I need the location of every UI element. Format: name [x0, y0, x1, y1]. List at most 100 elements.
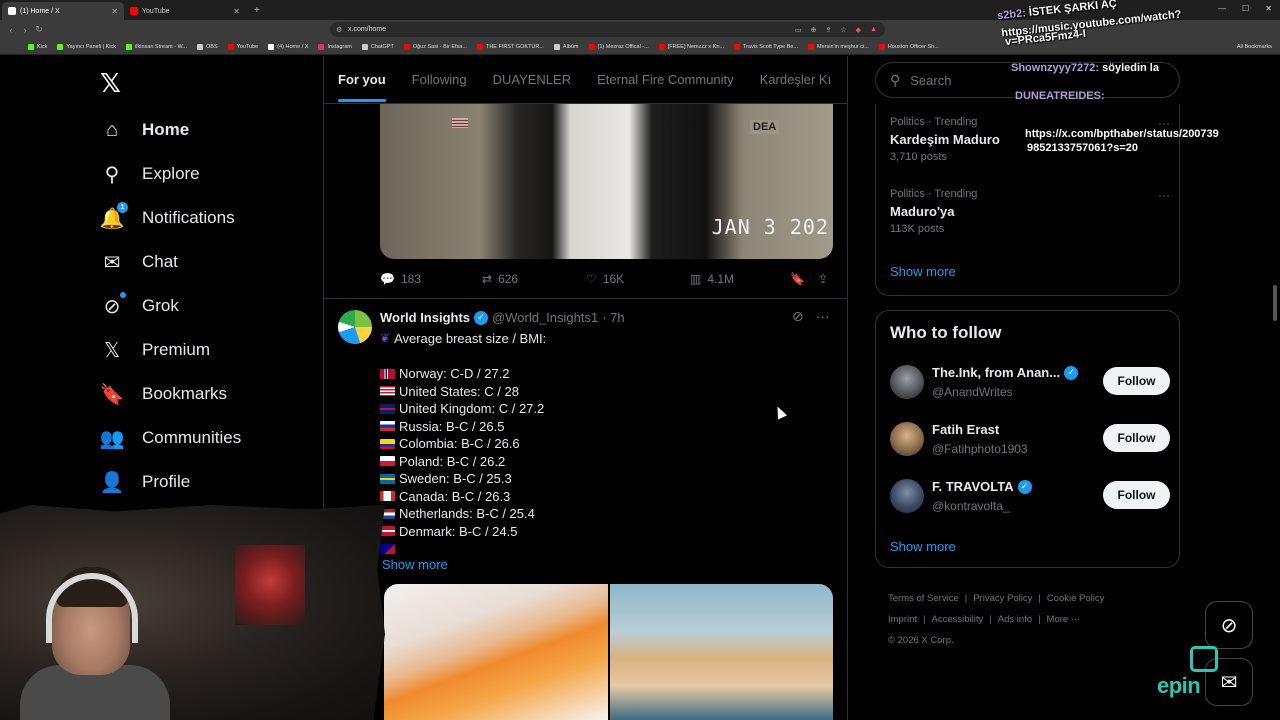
tweet-author-name[interactable]: World Insights: [380, 310, 470, 325]
trends-show-more-link[interactable]: Show more: [890, 264, 956, 279]
bookmark-item[interactable]: [FREE] Nemzzz x Kn...: [658, 43, 724, 50]
bookmark-item[interactable]: (1) Mezraz Offical -...: [588, 43, 649, 50]
avatar[interactable]: [338, 310, 372, 344]
show-more-link[interactable]: Show more: [382, 557, 448, 572]
tab-4[interactable]: Kardeşler Kı: [760, 72, 832, 87]
bookmark-icon[interactable]: 🔖: [790, 272, 805, 286]
bookmark-item[interactable]: Kick: [28, 43, 47, 50]
bookmark-item[interactable]: OBS: [197, 43, 218, 50]
footer-link[interactable]: Terms of Service: [888, 593, 959, 604]
bookmark-label: OBS: [206, 43, 218, 50]
nav-item-grok[interactable]: ⊘ Grok: [100, 284, 179, 328]
tab-1[interactable]: Following: [412, 72, 467, 87]
browser-tab-youtube[interactable]: YouTube ✕: [124, 2, 246, 20]
follow-suggestion[interactable]: F. TRAVOLTA ✓ @kontravolta_ Follow: [890, 477, 1170, 517]
tab-2[interactable]: DUAYENLER: [493, 72, 572, 87]
close-window-icon[interactable]: ✕: [1265, 4, 1272, 13]
tweet-timestamp[interactable]: · 7h: [602, 310, 624, 325]
trend-item[interactable]: Politics · Trending Maduro'ya 113K posts…: [890, 188, 1170, 235]
tweet-author-handle[interactable]: @World_Insights1: [492, 310, 598, 325]
nav-item-notifications[interactable]: 🔔 1 Notifications: [100, 196, 235, 240]
avatar[interactable]: [890, 365, 924, 399]
footer-link[interactable]: More ···: [1047, 614, 1081, 625]
bookmark-item[interactable]: Oğuz Sasi - Bir Efsa...: [403, 43, 467, 50]
follow-suggestion[interactable]: The.Ink, from Anan... ✓ @AnandWrites Follow: [890, 363, 1170, 403]
avatar[interactable]: [890, 479, 924, 513]
forward-icon[interactable]: ›: [18, 25, 32, 35]
more-options-icon[interactable]: ···: [1158, 116, 1170, 130]
bookmark-item[interactable]: Mersin'in meşhur ci...: [808, 43, 869, 50]
bookmark-item[interactable]: Houston Officer Sh...: [878, 43, 939, 50]
tab-3[interactable]: Eternal Fire Community: [597, 72, 734, 87]
close-tab-icon[interactable]: ✕: [111, 7, 118, 16]
views-button[interactable]: ▥ 4.1M: [690, 272, 734, 286]
follow-suggestion[interactable]: Fatih Erast @Fatihphoto1903 Follow: [890, 420, 1170, 460]
avatar[interactable]: [890, 422, 924, 456]
nav-item-chat[interactable]: ✉ Chat: [100, 240, 178, 284]
star-icon[interactable]: ☆: [840, 26, 846, 34]
footer-link[interactable]: Imprint: [888, 614, 917, 625]
who-to-follow-show-more-link[interactable]: Show more: [890, 539, 956, 554]
like-button[interactable]: ♡ 16K: [586, 272, 624, 286]
bookmark-item[interactable]: THE FIRST GOKTUR...: [476, 43, 544, 50]
repost-button[interactable]: ⇄ 626: [482, 272, 518, 286]
suggestion-handle: @Fatihphoto1903: [932, 442, 1028, 456]
follow-button[interactable]: Follow: [1103, 424, 1170, 452]
footer-link[interactable]: Accessibility: [932, 614, 984, 625]
bookmark-item[interactable]: ChatGPT: [361, 43, 394, 50]
bookmark-item[interactable]: Instagram: [318, 43, 352, 50]
nav-item-profile[interactable]: 👤 Profile: [100, 460, 191, 504]
maximize-icon[interactable]: ☐: [1242, 4, 1249, 13]
all-bookmarks-link[interactable]: All Bookmarks: [1237, 44, 1272, 50]
nav-item-bookmarks[interactable]: 🔖 Bookmarks: [100, 372, 227, 416]
tweet-image[interactable]: DEA JAN 3 202: [380, 104, 833, 259]
reload-icon[interactable]: ↻: [32, 24, 46, 35]
share-icon[interactable]: ⇪: [826, 26, 832, 34]
url-bar[interactable]: ⚙ x.com/home ▭ ⊕ ⇪ ☆ ◆ ▲: [330, 22, 885, 37]
suggestion-name[interactable]: Fatih Erast: [932, 422, 999, 437]
more-options-icon[interactable]: ···: [816, 308, 830, 325]
search-input[interactable]: ⚲ Search: [875, 62, 1180, 98]
tweet-image[interactable]: [384, 584, 608, 720]
footer-link[interactable]: Cookie Policy: [1047, 593, 1105, 604]
nav-item-communities[interactable]: 👥 Communities: [100, 416, 242, 460]
zoom-icon[interactable]: ⊕: [811, 26, 817, 34]
minimize-icon[interactable]: —: [1218, 4, 1226, 13]
more-options-icon[interactable]: ···: [1158, 188, 1170, 202]
browser-tab-x-home[interactable]: (1) Home / X ✕: [2, 2, 124, 20]
nav-item-label: Explore: [142, 164, 200, 183]
reply-button[interactable]: 💬 183: [380, 272, 421, 286]
nav-item-home[interactable]: ⌂ Home: [100, 108, 189, 152]
site-info-icon[interactable]: ⚙: [336, 26, 342, 34]
grok-fab-button[interactable]: ⊘: [1205, 601, 1253, 649]
share-icon[interactable]: ⇪: [818, 272, 828, 286]
tab-0[interactable]: For you: [338, 72, 386, 102]
bookmark-item[interactable]: YouTube: [227, 43, 258, 50]
x-logo-icon[interactable]: 𝕏: [100, 68, 121, 99]
nav-item-premium[interactable]: 𝕏 Premium: [100, 328, 210, 372]
bookmark-item[interactable]: Yayıncı Paneli | Kick: [57, 43, 116, 50]
bookmark-item[interactable]: Travis Scott Type Be...: [734, 43, 798, 50]
new-tab-button[interactable]: +: [246, 5, 268, 16]
trend-item[interactable]: Politics · Trending Kardeşim Maduro 3,71…: [890, 116, 1170, 163]
scrollbar-thumb[interactable]: [1273, 285, 1277, 321]
brave-shield-icon[interactable]: ◆: [856, 26, 861, 34]
suggestion-name[interactable]: The.Ink, from Anan... ✓: [932, 365, 1079, 380]
follow-button[interactable]: Follow: [1103, 367, 1170, 395]
suggestion-name[interactable]: F. TRAVOLTA ✓: [932, 479, 1032, 494]
footer-link[interactable]: Privacy Policy: [973, 593, 1032, 604]
bookmark-item[interactable]: Albüm: [553, 43, 579, 50]
close-tab-icon[interactable]: ✕: [233, 7, 240, 16]
grok-icon[interactable]: ⊘: [792, 308, 804, 325]
bookmark-item[interactable]: (4) Home / X: [268, 43, 308, 50]
screen-icon[interactable]: ▭: [795, 26, 802, 34]
follow-button[interactable]: Follow: [1103, 481, 1170, 509]
tweet-image[interactable]: [609, 584, 833, 720]
bookmark-item[interactable]: ilkinsan Stream - W...: [126, 43, 187, 50]
brave-rewards-icon[interactable]: ▲: [870, 26, 877, 34]
nav-item-explore[interactable]: ⚲ Explore: [100, 152, 200, 196]
flag-icon: [380, 456, 395, 467]
footer-link[interactable]: Ads info: [998, 614, 1032, 625]
tweet-line: Sweden: B-C / 25.3: [380, 470, 830, 488]
back-icon[interactable]: ‹: [4, 25, 18, 35]
